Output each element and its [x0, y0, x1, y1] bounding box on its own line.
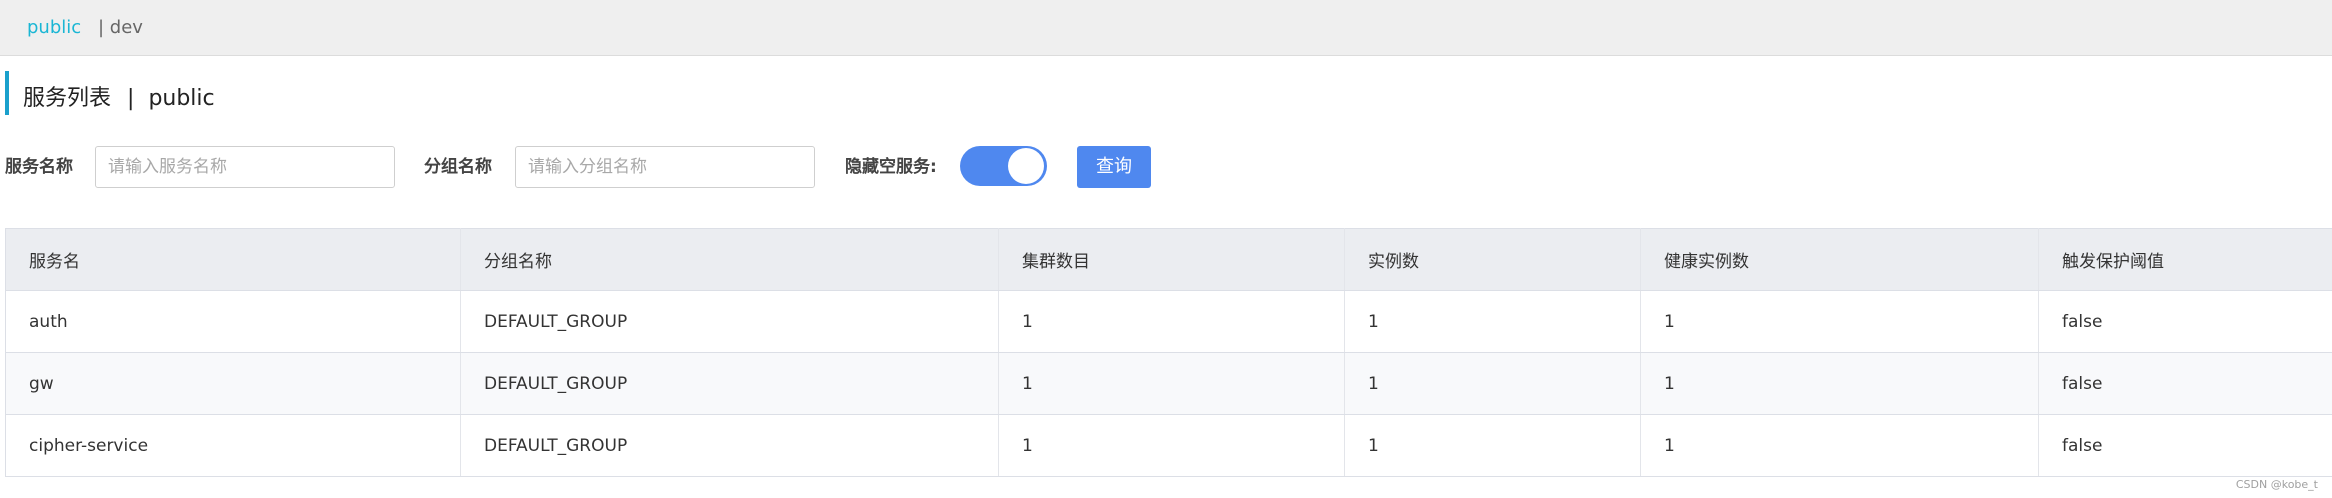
table-header-row: 服务名 分组名称 集群数目 实例数 健康实例数 触发保护阈值 [5, 228, 2332, 291]
toggle-knob [1008, 148, 1044, 184]
cell-protect-threshold: false [2038, 414, 2332, 477]
cell-service-name: gw [5, 352, 461, 415]
cell-cluster-count: 1 [998, 352, 1345, 415]
title-accent-bar [5, 71, 9, 115]
cell-instance-count: 1 [1344, 414, 1641, 477]
cell-protect-threshold: false [2038, 352, 2332, 415]
cell-group-name: DEFAULT_GROUP [460, 290, 999, 353]
page-title-main: 服务列表 [23, 86, 112, 111]
group-name-input[interactable] [515, 146, 815, 188]
cell-protect-threshold: false [2038, 290, 2332, 353]
cell-healthy-instance-count: 1 [1640, 352, 2039, 415]
cell-instance-count: 1 [1344, 352, 1641, 415]
cell-service-name: cipher-service [5, 414, 461, 477]
page-title: 服务列表 | public [23, 84, 215, 114]
cell-cluster-count: 1 [998, 414, 1345, 477]
table-row: cipher-service DEFAULT_GROUP 1 1 1 false [5, 414, 2332, 477]
column-header-healthy-instance-count: 健康实例数 [1640, 228, 2039, 291]
group-name-label: 分组名称 [424, 157, 492, 177]
cell-healthy-instance-count: 1 [1640, 414, 2039, 477]
page-title-separator: | [127, 86, 135, 111]
cell-healthy-instance-count: 1 [1640, 290, 2039, 353]
page-title-namespace: public [148, 86, 215, 111]
query-button[interactable]: 查询 [1077, 146, 1151, 188]
table-row: gw DEFAULT_GROUP 1 1 1 false [5, 352, 2332, 415]
namespace-bar: public | dev [0, 0, 2332, 56]
service-name-input[interactable] [95, 146, 395, 188]
service-table: 服务名 分组名称 集群数目 实例数 健康实例数 触发保护阈值 auth DEFA… [5, 228, 2332, 477]
cell-instance-count: 1 [1344, 290, 1641, 353]
cell-group-name: DEFAULT_GROUP [460, 414, 999, 477]
table-row: auth DEFAULT_GROUP 1 1 1 false [5, 290, 2332, 353]
column-header-group-name: 分组名称 [460, 228, 999, 291]
namespace-public-link[interactable]: public [27, 15, 81, 41]
cell-service-name: auth [5, 290, 461, 353]
column-header-cluster-count: 集群数目 [998, 228, 1345, 291]
cell-group-name: DEFAULT_GROUP [460, 352, 999, 415]
cell-cluster-count: 1 [998, 290, 1345, 353]
hide-empty-services-toggle[interactable] [960, 146, 1047, 186]
namespace-dev-link[interactable]: | dev [98, 15, 143, 41]
column-header-service-name: 服务名 [5, 228, 461, 291]
column-header-protect-threshold: 触发保护阈值 [2038, 228, 2332, 291]
hide-empty-services-label: 隐藏空服务: [845, 157, 937, 177]
service-name-label: 服务名称 [5, 157, 73, 177]
watermark: CSDN @kobe_t [2235, 478, 2318, 491]
column-header-instance-count: 实例数 [1344, 228, 1641, 291]
